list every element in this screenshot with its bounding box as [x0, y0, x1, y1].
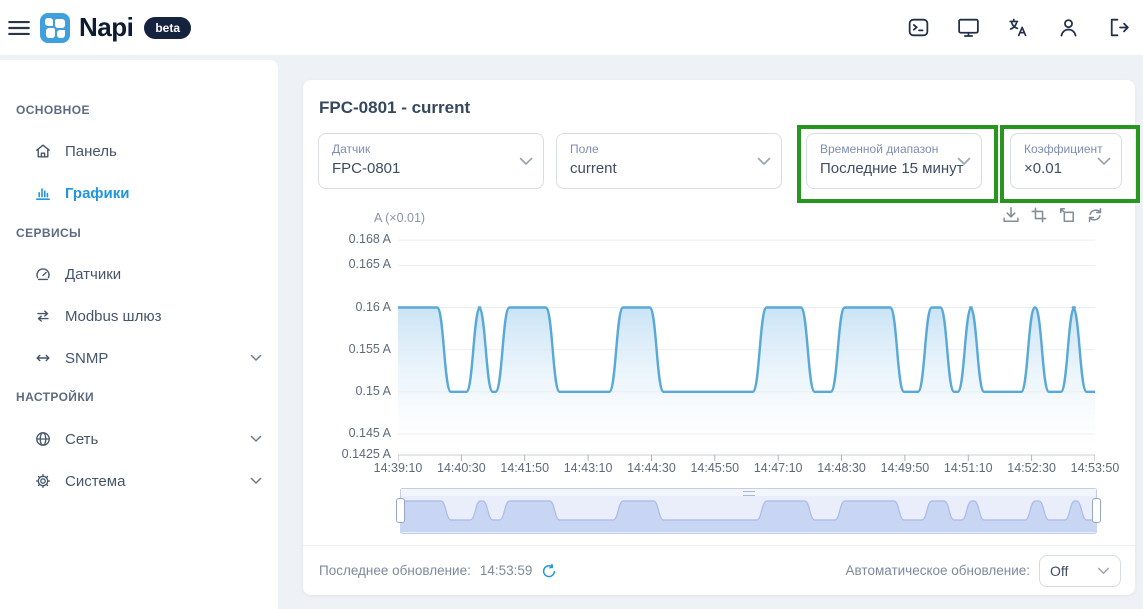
sidebar-item-network[interactable]: Сеть — [34, 428, 262, 450]
sidebar-section-services: СЕРВИСЫ — [16, 226, 81, 240]
y-tick-label: 0.168 A — [303, 232, 391, 246]
auto-refresh-label: Автоматическое обновление: — [846, 563, 1030, 578]
chevron-down-icon — [1097, 157, 1111, 166]
chevron-down-icon — [519, 157, 533, 166]
chevron-down-icon — [250, 354, 262, 362]
coefficient-select-value: ×0.01 — [1024, 158, 1091, 180]
sidebar-item-label: Modbus шлюз — [65, 308, 161, 325]
y-tick-label: 0.155 A — [303, 342, 391, 356]
logo-icon — [40, 13, 70, 43]
field-select[interactable]: Поле current — [556, 133, 782, 189]
time-range-select-value: Последние 15 минут — [820, 158, 951, 180]
minimap-grip[interactable] — [743, 491, 755, 496]
menu-icon[interactable] — [6, 15, 32, 41]
sidebar-item-sensors[interactable]: Датчики — [34, 263, 262, 285]
sidebar-section-settings: НАСТРОЙКИ — [16, 390, 94, 404]
logout-icon[interactable] — [1106, 15, 1131, 40]
sidebar-section-main: ОСНОВНОЕ — [16, 103, 90, 117]
x-tick-label: 14:41:50 — [490, 461, 560, 475]
x-tick-label: 14:39:10 — [363, 461, 433, 475]
sidebar-item-panel[interactable]: Панель — [34, 140, 262, 162]
app-name: Napi — [79, 12, 133, 43]
gear-icon — [34, 472, 52, 490]
chevron-down-icon — [957, 157, 971, 166]
field-select-value: current — [570, 158, 751, 180]
chevron-down-icon — [250, 477, 262, 485]
beta-badge: beta — [144, 17, 191, 39]
line-chart[interactable] — [398, 230, 1095, 463]
chevron-down-icon — [757, 157, 771, 166]
header-actions — [906, 15, 1131, 40]
field-select-label: Поле — [570, 142, 751, 156]
x-tick-label: 14:43:10 — [553, 461, 623, 475]
box-zoom-icon[interactable] — [1029, 205, 1049, 225]
y-tick-label: 0.15 A — [303, 384, 391, 398]
bar-chart-icon — [34, 184, 52, 202]
x-tick-label: 14:48:30 — [807, 461, 877, 475]
last-update-label: Последнее обновление: — [319, 563, 471, 578]
auto-refresh-value: Off — [1050, 563, 1068, 579]
terminal-icon[interactable] — [906, 15, 931, 40]
datazoom-minimap[interactable] — [400, 488, 1097, 534]
x-tick-label: 14:45:50 — [680, 461, 750, 475]
x-tick-label: 14:49:50 — [870, 461, 940, 475]
sidebar-item-modbus[interactable]: Modbus шлюз — [34, 305, 262, 327]
y-tick-label: 0.145 A — [303, 426, 391, 440]
manual-refresh-icon[interactable] — [541, 563, 557, 579]
sidebar-item-label: Система — [65, 473, 125, 490]
sensor-select-label: Датчик — [332, 142, 513, 156]
chart-card: FPC-0801 - current Датчик FPC-0801 Поле … — [303, 80, 1135, 595]
chevron-down-icon — [1097, 567, 1110, 575]
swap-arrows-icon — [34, 307, 52, 325]
sidebar: ОСНОВНОЕ Панель Графики СЕРВИСЫ Датчики — [0, 60, 278, 609]
last-update-time: 14:53:59 — [480, 563, 533, 578]
minimap-left-handle[interactable] — [396, 498, 405, 523]
download-icon[interactable] — [1001, 205, 1021, 225]
x-tick-label: 14:44:30 — [616, 461, 686, 475]
chart-footer: Последнее обновление: 14:53:59 Автоматич… — [303, 545, 1135, 595]
display-icon[interactable] — [956, 15, 981, 40]
sensor-select[interactable]: Датчик FPC-0801 — [318, 133, 544, 189]
x-tick-label: 14:40:30 — [426, 461, 496, 475]
time-range-select[interactable]: Временной диапазон Последние 15 минут — [806, 133, 982, 189]
y-tick-label: 0.16 A — [303, 300, 391, 314]
sidebar-item-snmp[interactable]: SNMP — [34, 347, 262, 369]
sidebar-item-charts[interactable]: Графики — [34, 182, 262, 204]
coefficient-select-label: Коэффициент — [1024, 142, 1091, 156]
refresh-icon[interactable] — [1085, 205, 1105, 225]
gauge-icon — [34, 265, 52, 283]
app-logo[interactable]: Napi beta — [40, 12, 191, 43]
minimap-right-handle[interactable] — [1092, 498, 1101, 523]
x-tick-label: 14:52:30 — [997, 461, 1067, 475]
coefficient-select[interactable]: Коэффициент ×0.01 — [1010, 133, 1122, 189]
y-axis-labels: 0.168 A 0.165 A 0.16 A 0.155 A 0.15 A 0.145 A… — [303, 230, 391, 457]
sidebar-item-label: Сеть — [65, 431, 98, 448]
x-tick-label: 14:47:10 — [743, 461, 813, 475]
zoom-reset-icon[interactable] — [1057, 205, 1077, 225]
y-tick-label: 0.1425 A — [303, 447, 391, 461]
sensor-select-value: FPC-0801 — [332, 158, 513, 180]
app-window: Napi beta ОСНОВНОЕ — [0, 0, 1143, 609]
x-tick-label: 14:53:50 — [1060, 461, 1130, 475]
page-title: FPC-0801 - current — [319, 98, 470, 118]
home-icon — [34, 142, 52, 160]
time-range-select-label: Временной диапазон — [820, 142, 951, 156]
app-header: Napi beta — [0, 0, 1143, 55]
chart-toolbar — [1001, 205, 1105, 225]
left-right-arrow-icon — [34, 349, 52, 367]
sidebar-item-label: Графики — [65, 185, 130, 202]
globe-icon — [34, 430, 52, 448]
user-icon[interactable] — [1056, 15, 1081, 40]
y-tick-label: 0.165 A — [303, 257, 391, 271]
chevron-down-icon — [250, 435, 262, 443]
sidebar-item-label: Панель — [65, 143, 117, 160]
translate-icon[interactable] — [1006, 15, 1031, 40]
y-axis-unit-label: A (×0.01) — [374, 211, 425, 225]
sidebar-item-label: SNMP — [65, 350, 108, 367]
auto-refresh-select[interactable]: Off — [1039, 555, 1121, 587]
sidebar-item-label: Датчики — [65, 266, 121, 283]
x-tick-label: 14:51:10 — [933, 461, 1003, 475]
sidebar-item-system[interactable]: Система — [34, 470, 262, 492]
x-axis-labels: 14:39:1014:40:3014:41:5014:43:1014:44:30… — [398, 461, 1095, 477]
